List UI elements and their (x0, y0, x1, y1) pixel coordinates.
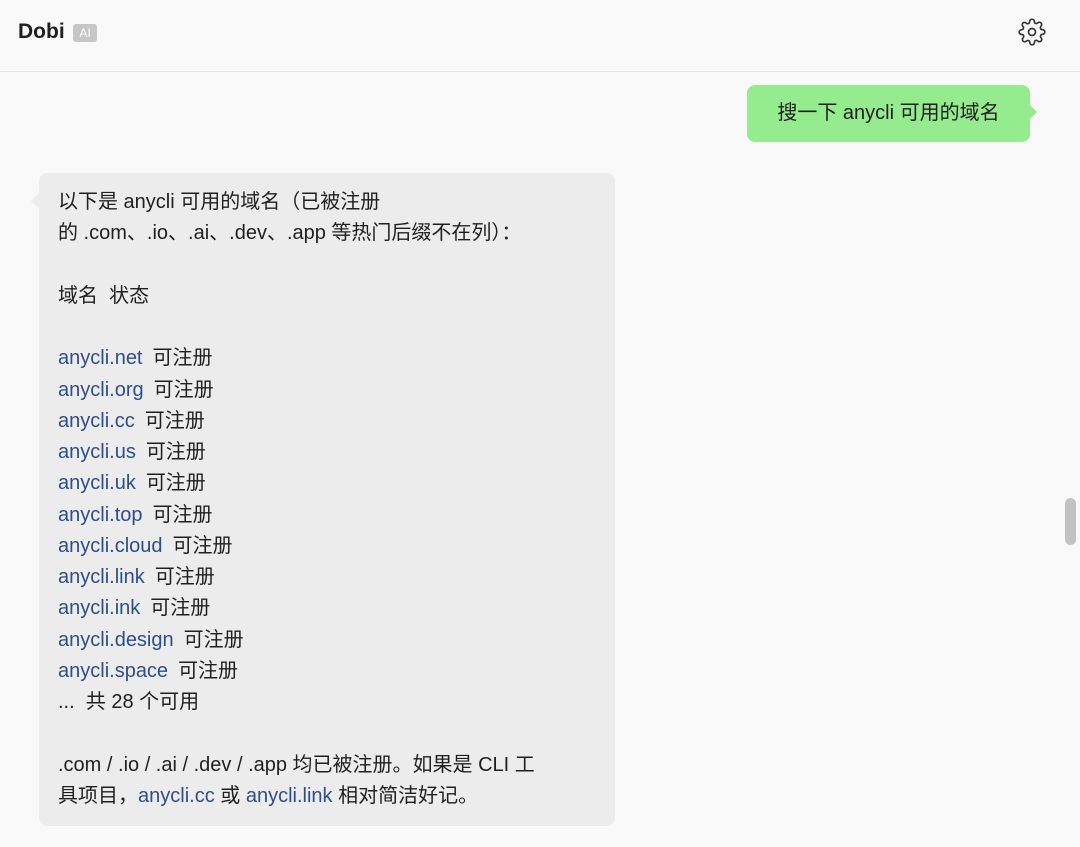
intro-line: 的 .com、.io、.ai、.dev、.app 等热门后缀不在列）： (58, 222, 522, 245)
domain-status: 可注册 (154, 566, 215, 588)
domain-row: anycli.space 可注册 (58, 656, 596, 687)
user-message-bubble[interactable]: 搜一下 anycli 可用的域名 (747, 85, 1030, 142)
footer-line: .com / .io / .ai / .dev / .app 均已被注册。如果是… (58, 753, 535, 776)
domain-row: anycli.design 可注册 (58, 625, 596, 656)
domain-row: anycli.ink 可注册 (58, 593, 596, 624)
domain-row: anycli.us 可注册 (58, 437, 596, 468)
domain-status: 可注册 (144, 409, 205, 432)
domain-link[interactable]: anycli.cc (58, 410, 135, 432)
bot-bubble-tail (31, 193, 39, 209)
footer-text: 具项目， (58, 784, 138, 807)
domain-status: 可注册 (145, 441, 206, 463)
domain-row: anycli.link 可注册 (58, 562, 596, 593)
footer-line: 具项目，anycli.cc 或 anycli.link 相对简洁好记。 (58, 781, 596, 812)
user-bubble-tail (1029, 104, 1037, 120)
domain-row: anycli.net 可注册 (58, 343, 596, 374)
domain-status: 可注册 (153, 378, 214, 401)
domain-link[interactable]: anycli.cc (138, 785, 215, 807)
domain-list: anycli.net 可注册 anycli.org 可注册 anycli.cc 可注册 an… (58, 343, 596, 687)
domain-row: anycli.uk 可注册 (58, 468, 596, 499)
domain-status: 可注册 (145, 472, 206, 495)
domain-row: anycli.cloud 可注册 (58, 531, 596, 562)
bot-message-bubble[interactable]: 以下是 anycli 可用的域名（已被注册 的 .com、.io、.ai、.de… (39, 173, 615, 826)
domain-link[interactable]: anycli.cloud (58, 535, 163, 557)
domain-status: 可注册 (178, 659, 239, 682)
gear-icon (1018, 18, 1046, 46)
domain-link[interactable]: anycli.uk (58, 472, 136, 494)
domain-link[interactable]: anycli.org (58, 379, 144, 401)
app-title: Dobi (18, 20, 65, 43)
domain-link[interactable]: anycli.top (58, 504, 143, 526)
ai-badge: AI (73, 24, 97, 42)
domain-row: anycli.org 可注册 (58, 375, 596, 406)
summary-line: ... 共 28 个可用 (58, 691, 200, 713)
footer-text: 相对简洁好记。 (332, 784, 479, 807)
footer-text: 或 (214, 784, 246, 807)
domain-link[interactable]: anycli.link (58, 566, 145, 588)
domain-status: 可注册 (150, 597, 211, 620)
domain-link[interactable]: anycli.ink (58, 597, 140, 619)
domain-status: 可注册 (152, 503, 213, 526)
domain-status: 可注册 (183, 628, 244, 651)
domain-link[interactable]: anycli.link (246, 785, 333, 807)
domain-row: anycli.cc 可注册 (58, 406, 596, 437)
domain-link[interactable]: anycli.design (58, 629, 174, 651)
domain-link[interactable]: anycli.us (58, 441, 136, 463)
domain-link[interactable]: anycli.net (58, 347, 143, 369)
table-header: 域名 状态 (58, 284, 150, 307)
domain-status: 可注册 (152, 347, 213, 370)
scrollbar-thumb[interactable] (1065, 498, 1076, 545)
app-header: Dobi AI (0, 0, 1080, 72)
domain-link[interactable]: anycli.space (58, 660, 168, 682)
intro-line: 以下是 anycli 可用的域名（已被注册 (58, 191, 381, 213)
domain-status: 可注册 (172, 534, 233, 557)
domain-row: anycli.top 可注册 (58, 500, 596, 531)
settings-button[interactable] (1016, 16, 1048, 48)
